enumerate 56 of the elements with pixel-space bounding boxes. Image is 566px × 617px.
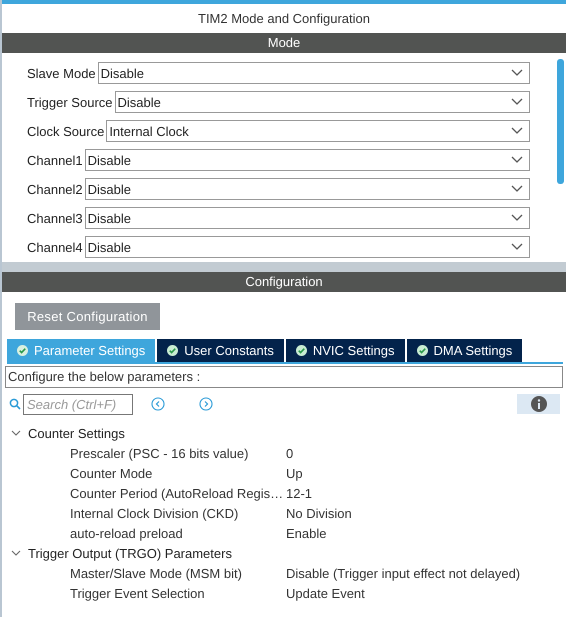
parameter-value[interactable]: Disable (Trigger input effect not delayed) [286, 566, 520, 580]
section-header: Mode [2, 33, 566, 53]
tab[interactable]: NVIC Settings [286, 339, 405, 362]
parameter-value[interactable]: 12-1 [286, 486, 312, 500]
chevron-down-icon [511, 185, 523, 193]
parameter-name[interactable]: Trigger Event Selection [70, 586, 286, 600]
group-label[interactable]: Counter Settings [28, 426, 125, 440]
chevron-down-icon [511, 98, 523, 106]
chevron-down-icon [511, 69, 523, 77]
parameter-value[interactable]: No Division [286, 506, 352, 520]
field-label: Channel4 [27, 240, 83, 254]
dropdown[interactable]: Disable [84, 149, 530, 171]
check-circle-icon [167, 345, 178, 356]
chevron-down-icon [511, 127, 523, 135]
field-label: Slave Mode [27, 66, 96, 80]
check-circle-icon [416, 345, 428, 356]
search-field[interactable]: Search (Ctrl+F) [23, 394, 133, 414]
parameter-value[interactable]: Update Event [286, 586, 365, 600]
description-text: Configure the below parameters : [5, 366, 563, 388]
chevron-down-icon [511, 243, 523, 251]
dropdown[interactable]: Disable [98, 62, 530, 84]
info-button[interactable] [517, 394, 560, 414]
dropdown[interactable]: Disable [84, 236, 530, 258]
parameter-name[interactable]: Master/Slave Mode (MSM bit) [70, 566, 286, 580]
parameter-name[interactable]: Counter Period (AutoReload Regis… [70, 486, 286, 500]
chevron-down-icon [511, 214, 523, 222]
chevron-down-icon [511, 156, 523, 164]
parameter-value[interactable]: Enable [286, 526, 326, 540]
check-circle-icon [296, 345, 307, 356]
chevron-down-icon[interactable] [11, 549, 21, 557]
search-icon [9, 398, 21, 410]
parameter-name[interactable]: Internal Clock Division (CKD) [70, 506, 286, 520]
parameter-value[interactable]: 0 [286, 446, 294, 460]
info-icon [530, 396, 546, 412]
dropdown[interactable]: Disable [84, 207, 530, 229]
field-label: Clock Source [27, 124, 104, 138]
field-label: Channel2 [27, 182, 83, 196]
parameter-name[interactable]: Counter Mode [70, 466, 286, 480]
window-title: TIM2 Mode and Configuration [197, 10, 371, 28]
check-circle-icon [17, 345, 28, 356]
chevron-down-icon[interactable] [11, 429, 21, 437]
dropdown[interactable]: Internal Clock [106, 120, 530, 142]
parameter-value[interactable]: Up [286, 466, 303, 480]
tab[interactable]: User Constants [157, 339, 284, 362]
section-header: Configuration [2, 272, 566, 292]
field-label: Channel3 [27, 210, 83, 226]
next-icon[interactable] [199, 397, 213, 411]
parameter-name[interactable]: auto-reload preload [70, 526, 286, 540]
field-label: Channel1 [27, 152, 83, 168]
tab[interactable]: DMA Settings [406, 339, 522, 362]
parameter-name[interactable]: Prescaler (PSC - 16 bits value) [70, 446, 286, 460]
previous-icon[interactable] [151, 397, 165, 411]
group-label[interactable]: Trigger Output (TRGO) Parameters [28, 546, 232, 560]
dropdown[interactable]: Disable [114, 91, 530, 113]
dropdown[interactable]: Disable [84, 178, 530, 200]
field-label: Trigger Source [27, 94, 112, 110]
